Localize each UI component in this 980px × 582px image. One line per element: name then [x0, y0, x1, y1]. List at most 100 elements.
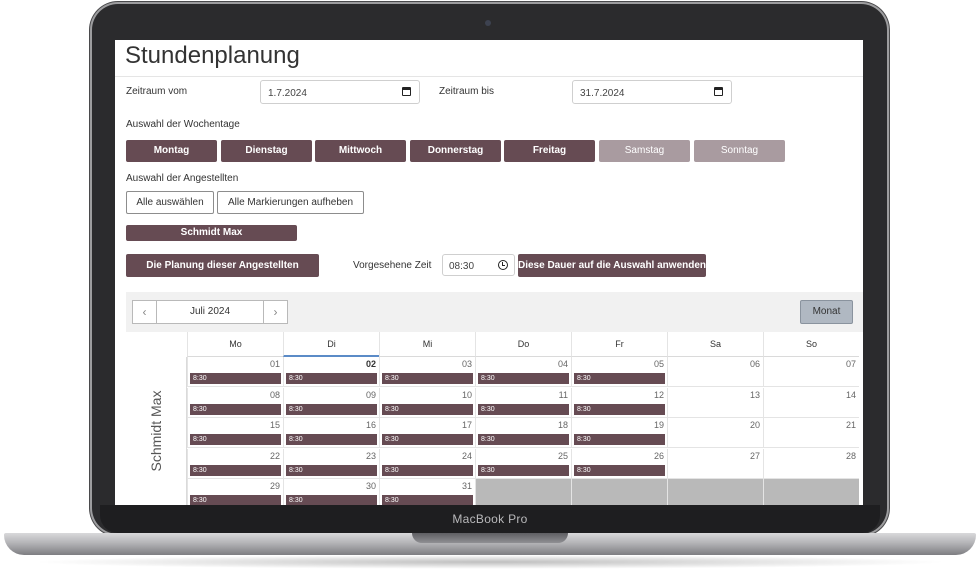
- day-cell[interactable]: 04 8:30: [475, 357, 571, 387]
- day-number: 04: [557, 359, 568, 369]
- day-cell[interactable]: 27: [667, 448, 763, 479]
- day-cell[interactable]: 08 8:30: [187, 387, 283, 418]
- day-cell[interactable]: 07: [763, 357, 859, 387]
- schedule-event[interactable]: 8:30: [286, 403, 377, 415]
- schedule-event[interactable]: 8:30: [286, 434, 377, 445]
- day-cell[interactable]: 31 8:30: [379, 479, 475, 505]
- day-number: 26: [653, 450, 664, 461]
- zeitraum-vom-input[interactable]: 1.7.2024: [260, 80, 420, 104]
- weekday-button-4[interactable]: Freitag: [504, 140, 595, 162]
- period-label[interactable]: Juli 2024: [157, 301, 263, 323]
- day-cell[interactable]: 13: [667, 387, 763, 418]
- day-cell[interactable]: 23 8:30: [283, 448, 379, 479]
- day-number: 28: [845, 450, 856, 461]
- calendar-icon[interactable]: [402, 87, 411, 96]
- weekday-button-0[interactable]: Montag: [126, 140, 217, 162]
- schedule-event[interactable]: 8:30: [574, 464, 665, 476]
- day-cell[interactable]: 06: [667, 357, 763, 387]
- schedule-event[interactable]: 8:30: [478, 464, 569, 476]
- select-all-button[interactable]: Alle auswählen: [126, 191, 214, 214]
- zeitraum-bis-value: 31.7.2024: [580, 88, 625, 99]
- angestellte-label: Auswahl der Angestellten: [126, 173, 239, 184]
- day-cell[interactable]: 18 8:30: [475, 418, 571, 448]
- schedule-event[interactable]: 8:30: [190, 373, 281, 384]
- day-number: 30: [365, 481, 376, 491]
- schedule-event[interactable]: 8:30: [286, 373, 377, 384]
- view-month-button[interactable]: Monat: [800, 300, 853, 324]
- day-number: 24: [461, 450, 472, 461]
- schedule-event[interactable]: 8:30: [574, 373, 665, 384]
- day-cell[interactable]: 10 8:30: [379, 387, 475, 418]
- zeitraum-bis-input[interactable]: 31.7.2024: [572, 80, 732, 104]
- apply-duration-button[interactable]: Diese Dauer auf die Auswahl anwenden: [518, 254, 706, 277]
- day-cell[interactable]: 28: [763, 448, 859, 479]
- day-cell[interactable]: 25 8:30: [475, 448, 571, 479]
- schedule-event[interactable]: 8:30: [286, 464, 377, 476]
- day-cell[interactable]: 12 8:30: [571, 387, 667, 418]
- weekday-button-3[interactable]: Donnerstag: [410, 140, 501, 162]
- day-cell[interactable]: 16 8:30: [283, 418, 379, 448]
- scheduler: ‹ Juli 2024 › Monat Schmidt Max Mo Di Mi Do…: [126, 292, 863, 505]
- schedule-event[interactable]: 8:30: [286, 495, 377, 505]
- screen: Stundenplanung Zeitraum vom 1.7.2024 Zei…: [115, 40, 863, 505]
- employee-chip[interactable]: Schmidt Max: [126, 225, 297, 241]
- schedule-event[interactable]: 8:30: [574, 434, 665, 445]
- clear-selection-button[interactable]: Alle Markierungen aufheben: [217, 191, 364, 214]
- vorgesehene-zeit-value: 08:30: [449, 261, 475, 272]
- day-number: 16: [365, 420, 376, 430]
- day-cell[interactable]: 19 8:30: [571, 418, 667, 448]
- next-period-button[interactable]: ›: [263, 301, 287, 323]
- schedule-event[interactable]: 8:30: [190, 434, 281, 445]
- schedule-event[interactable]: 8:30: [190, 403, 281, 415]
- laptop-brand: MacBook Pro: [452, 512, 528, 526]
- page-title: Stundenplanung: [125, 42, 300, 69]
- day-cell[interactable]: 29 8:30: [187, 479, 283, 505]
- day-cell[interactable]: 20: [667, 418, 763, 448]
- schedule-event[interactable]: 8:30: [382, 373, 473, 384]
- prev-period-button[interactable]: ‹: [133, 301, 157, 323]
- schedule-event[interactable]: 8:30: [478, 434, 569, 445]
- schedule-event[interactable]: 8:30: [478, 373, 569, 384]
- day-header: Di: [283, 332, 379, 357]
- empty-day-cell: [475, 479, 571, 505]
- schedule-event[interactable]: 8:30: [574, 403, 665, 415]
- schedule-event[interactable]: 8:30: [382, 495, 473, 505]
- weekday-button-2[interactable]: Mittwoch: [315, 140, 406, 162]
- title-divider: [115, 76, 863, 77]
- day-cell[interactable]: 30 8:30: [283, 479, 379, 505]
- day-cell[interactable]: 21: [763, 418, 859, 448]
- day-cell[interactable]: 15 8:30: [187, 418, 283, 448]
- day-cell[interactable]: 01 8:30: [187, 357, 283, 387]
- day-cell[interactable]: 03 8:30: [379, 357, 475, 387]
- zeitraum-vom-label: Zeitraum vom: [126, 86, 188, 97]
- wochentage-label: Auswahl der Wochentage: [126, 119, 240, 130]
- day-number: 23: [365, 450, 376, 461]
- day-cell[interactable]: 24 8:30: [379, 448, 475, 479]
- day-number: 19: [653, 420, 664, 430]
- day-header: Mi: [379, 332, 475, 357]
- calendar-icon[interactable]: [714, 87, 723, 96]
- day-cell[interactable]: 14: [763, 387, 859, 418]
- day-cell[interactable]: 02 8:30: [283, 357, 379, 387]
- day-cell[interactable]: 11 8:30: [475, 387, 571, 418]
- weekday-button-6[interactable]: Sonntag: [694, 140, 785, 162]
- day-cell[interactable]: 09 8:30: [283, 387, 379, 418]
- schedule-event[interactable]: 8:30: [478, 403, 569, 415]
- day-cell[interactable]: 26 8:30: [571, 448, 667, 479]
- clock-icon[interactable]: [498, 260, 508, 270]
- weekday-button-1[interactable]: Dienstag: [221, 140, 312, 162]
- open-plan-button[interactable]: Die Planung dieser Angestellten aufrufen: [126, 254, 319, 294]
- day-number: 11: [558, 389, 568, 400]
- schedule-event[interactable]: 8:30: [382, 403, 473, 415]
- day-cell[interactable]: 17 8:30: [379, 418, 475, 448]
- weekday-button-5[interactable]: Samstag: [599, 140, 690, 162]
- schedule-event[interactable]: 8:30: [190, 464, 281, 476]
- day-cell[interactable]: 05 8:30: [571, 357, 667, 387]
- schedule-event[interactable]: 8:30: [190, 495, 281, 505]
- schedule-event[interactable]: 8:30: [382, 464, 473, 476]
- day-number: 01: [269, 359, 280, 369]
- day-cell[interactable]: 22 8:30: [187, 448, 283, 479]
- schedule-event[interactable]: 8:30: [382, 434, 473, 445]
- day-number: 21: [845, 420, 856, 430]
- vorgesehene-zeit-input[interactable]: 08:30: [442, 254, 515, 276]
